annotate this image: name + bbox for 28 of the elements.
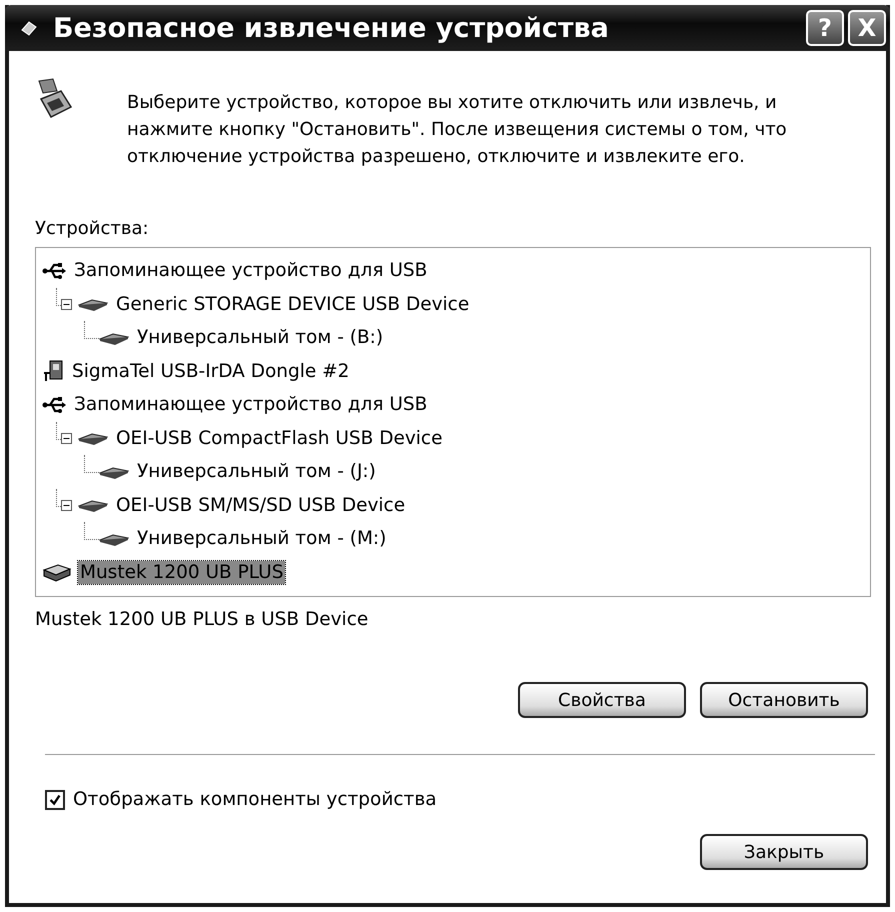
tree-item[interactable]: Универсальный том - (B:)	[135, 326, 386, 350]
tree-item[interactable]: Универсальный том - (J:)	[135, 460, 378, 484]
device-icon	[42, 359, 64, 384]
stop-button[interactable]: Остановить	[700, 682, 868, 718]
tree-item[interactable]: OEI-USB SM/MS/SD USB Device	[114, 494, 408, 517]
tree-item[interactable]: Mustek 1200 UB PLUS	[78, 560, 286, 584]
device-description: Mustek 1200 UB PLUS в USB Device	[35, 609, 370, 630]
close-dialog-button[interactable]: Закрыть	[700, 834, 868, 870]
scanner-icon	[42, 562, 72, 582]
checkbox-label[interactable]: Отображать компоненты устройства	[73, 789, 437, 810]
properties-button[interactable]: Свойства	[518, 682, 686, 718]
tree-item[interactable]: OEI-USB CompactFlash USB Device	[114, 426, 444, 450]
checkbox[interactable]	[45, 790, 65, 810]
tree-item[interactable]: SigmaTel USB-IrDA Dongle #2	[70, 360, 352, 383]
expander-icon[interactable]	[61, 500, 72, 511]
tree-item[interactable]: Generic STORAGE DEVICE USB Device	[114, 292, 472, 316]
usb-icon	[42, 260, 66, 281]
tree-item[interactable]: Универсальный том - (M:)	[135, 527, 388, 550]
instruction-text: Выберите устройство, которое вы хотите отключить или извлечь, и нажмите кнопку "Остановить". После извещения системы о том, что отключение устройства разрешено, отключите и извлеките его.	[127, 91, 788, 169]
tree-item[interactable]: Запоминающее устройство для USB	[72, 259, 430, 282]
close-button[interactable]: X	[848, 10, 886, 46]
usb-icon	[42, 394, 66, 415]
devices-label: Устройства:	[35, 218, 150, 239]
tree-item[interactable]: Запоминающее устройство для USB	[72, 393, 430, 416]
expander-icon[interactable]	[61, 298, 72, 310]
help-button[interactable]: ?	[806, 10, 844, 46]
window-title: Безопасное извлечение устройства	[53, 12, 610, 44]
expander-icon[interactable]	[61, 432, 72, 444]
